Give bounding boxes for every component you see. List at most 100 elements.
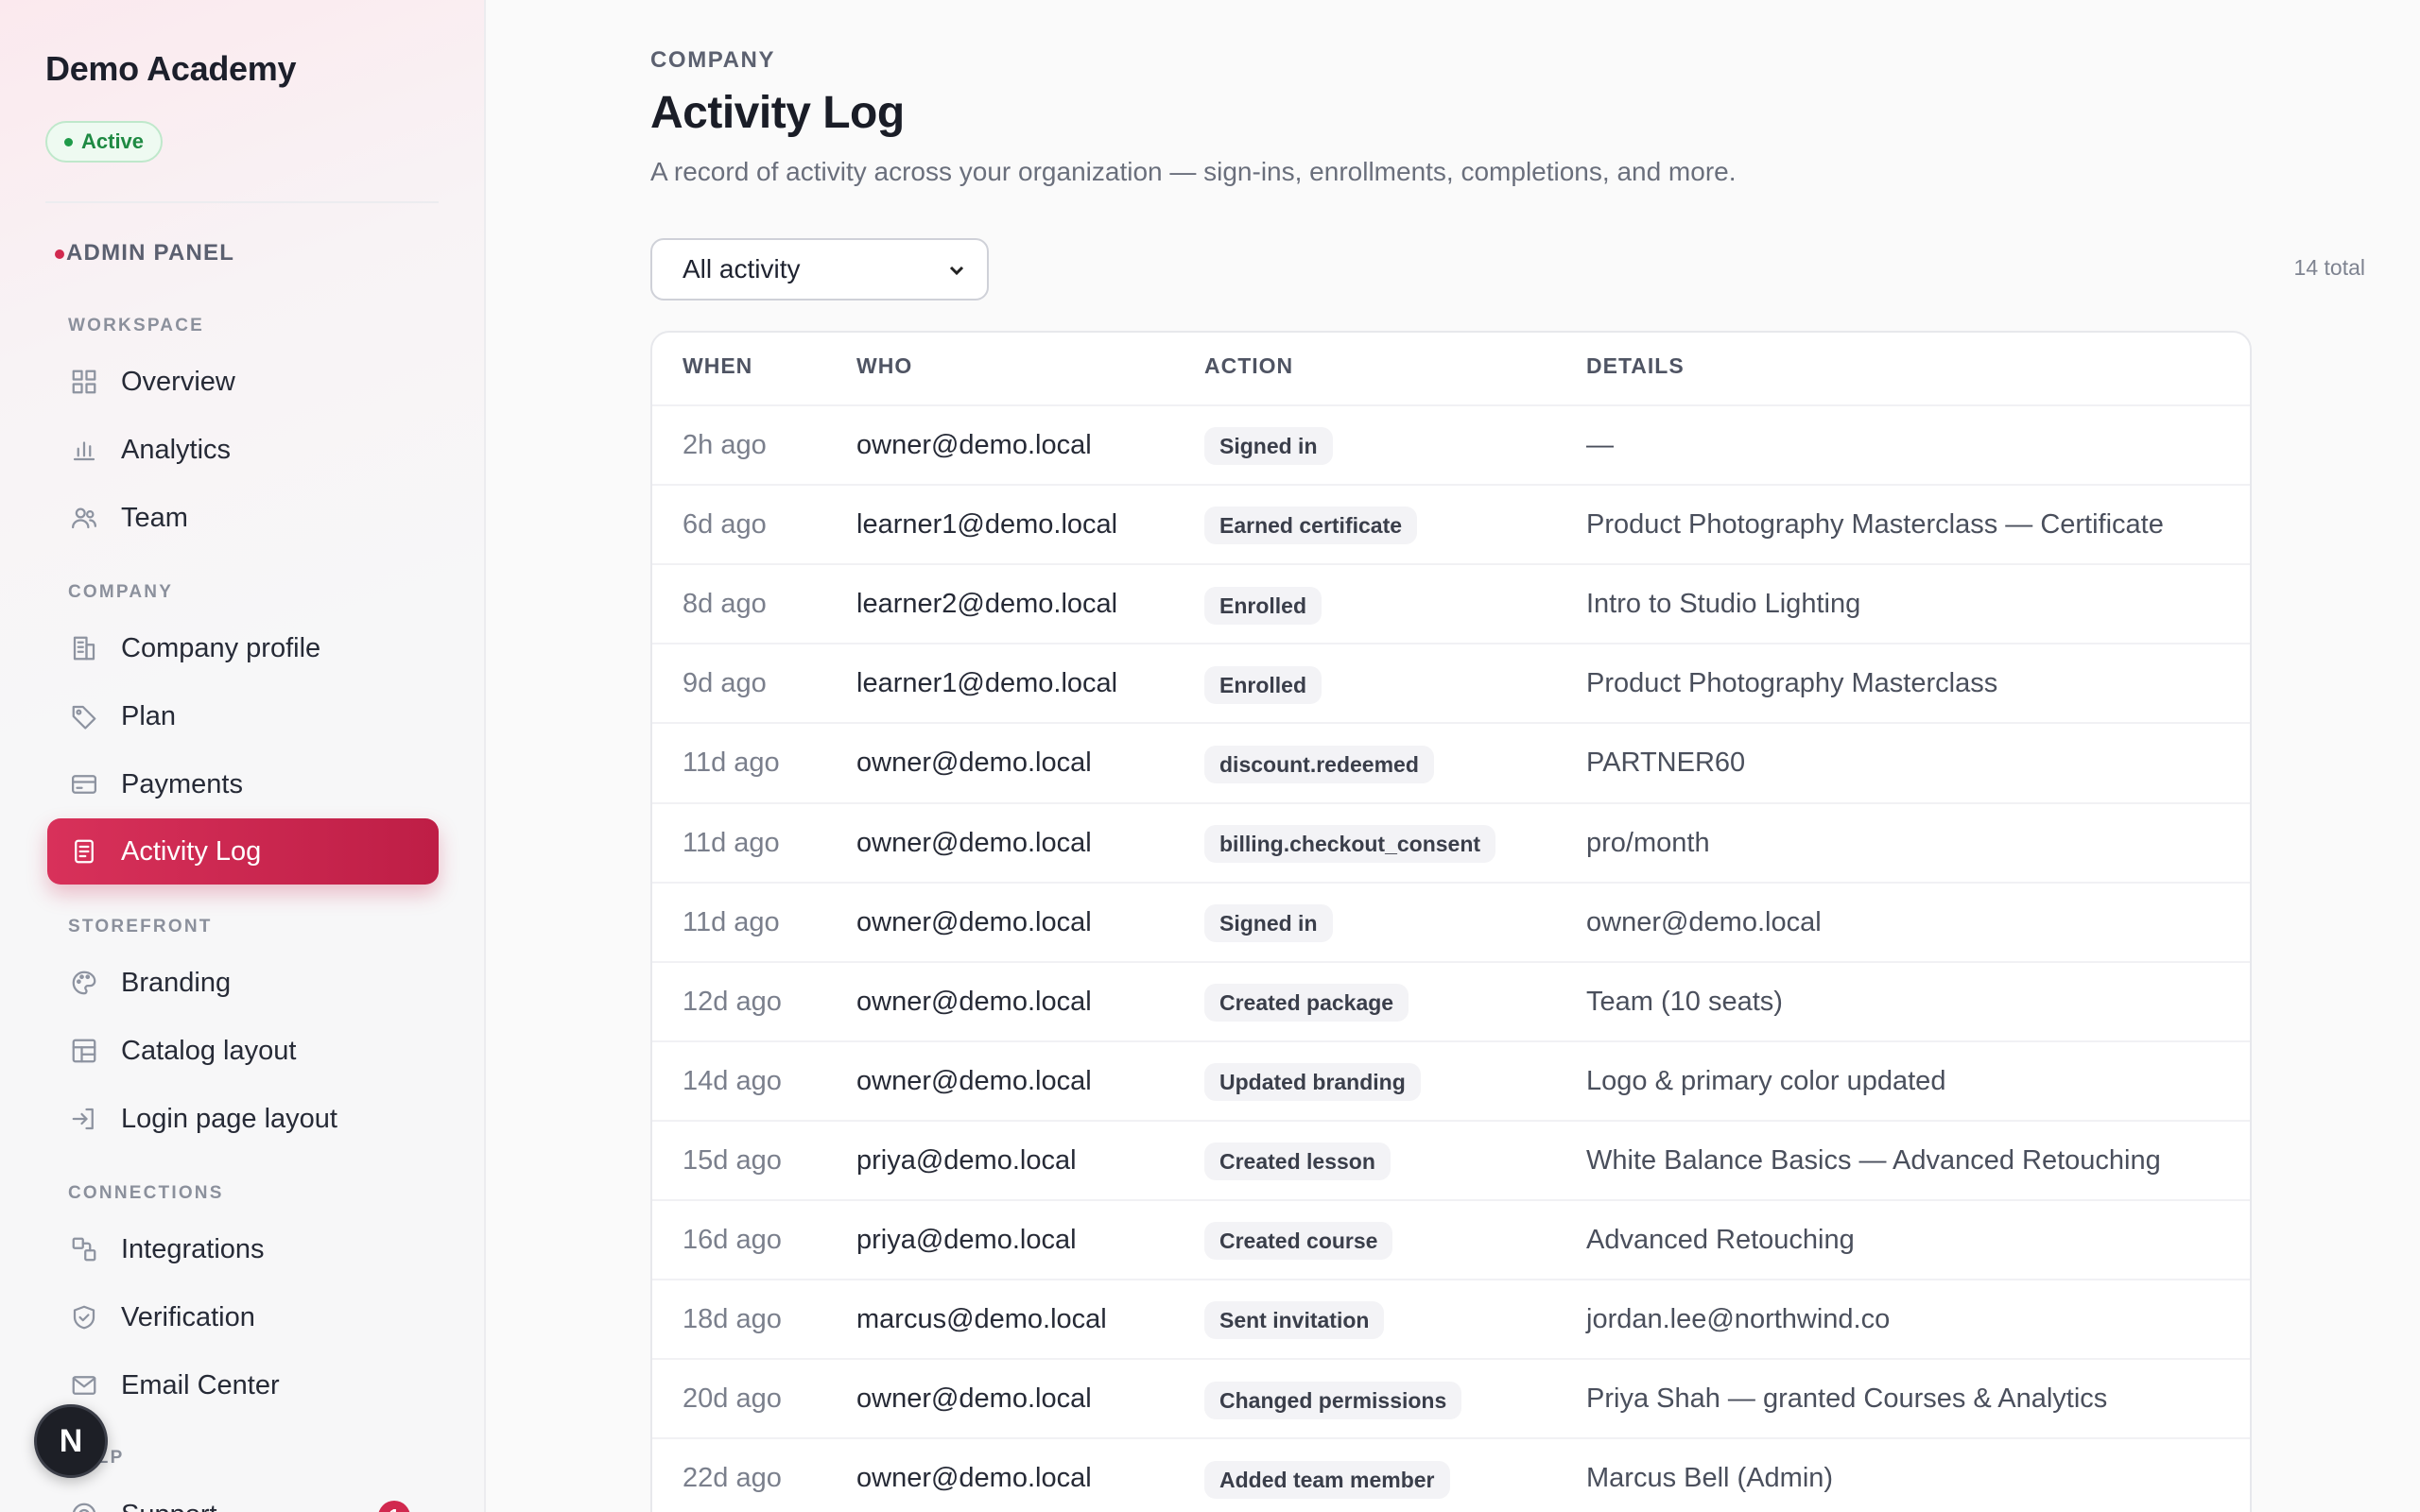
mail-icon bbox=[68, 1369, 100, 1401]
cell-details: White Balance Basics — Advanced Retouchi… bbox=[1586, 1144, 2161, 1176]
shield-check-icon bbox=[68, 1301, 100, 1333]
section-workspace: WORKSPACE bbox=[68, 316, 205, 335]
cell-action: billing.checkout_consent bbox=[1204, 804, 1496, 884]
table-row[interactable]: 6d ago learner1@demo.local Earned certific… bbox=[652, 484, 2250, 563]
cell-details: Product Photography Masterclass — Certif… bbox=[1586, 509, 2164, 541]
page-title: Activity Log bbox=[650, 88, 905, 138]
status-label: Active bbox=[81, 129, 145, 153]
action-badge: Created course bbox=[1204, 1222, 1393, 1261]
sidebar-item-support[interactable]: Support 1 bbox=[47, 1482, 439, 1512]
credit-card-icon bbox=[68, 768, 100, 800]
total-count: 14 total bbox=[2293, 255, 2365, 280]
action-badge: Enrolled bbox=[1204, 665, 1322, 704]
cell-details: Intro to Studio Lighting bbox=[1586, 589, 1861, 620]
cell-action: Signed in bbox=[1204, 884, 1333, 963]
table-row[interactable]: 15d ago priya@demo.local Created lesson Whi… bbox=[652, 1119, 2250, 1199]
cell-who: priya@demo.local bbox=[856, 1225, 1077, 1255]
cell-details: Logo & primary color updated bbox=[1586, 1065, 1946, 1096]
sidebar-item-label: Activity Log bbox=[121, 835, 262, 867]
cell-who: owner@demo.local bbox=[856, 747, 1092, 779]
cell-details: Priya Shah — granted Courses & Analytics bbox=[1586, 1383, 2108, 1415]
table-row[interactable]: 11d ago owner@demo.local discount.redeemed… bbox=[652, 722, 2250, 801]
cell-when: 15d ago bbox=[683, 1144, 782, 1176]
column-header-details: DETAILS bbox=[1586, 353, 1685, 378]
building-icon bbox=[68, 632, 100, 664]
action-badge: Signed in bbox=[1204, 427, 1333, 466]
sidebar-item-analytics[interactable]: Analytics bbox=[47, 417, 439, 483]
table-row[interactable]: 12d ago owner@demo.local Created package Te… bbox=[652, 960, 2250, 1040]
table-row[interactable]: 22d ago owner@demo.local Added team member… bbox=[652, 1437, 2250, 1512]
cell-when: 16d ago bbox=[683, 1225, 782, 1255]
cell-action: Added team member bbox=[1204, 1439, 1450, 1512]
sidebar-item-plan[interactable]: Plan bbox=[47, 683, 439, 749]
sidebar-item-label: Email Center bbox=[121, 1369, 280, 1400]
status-badge: Active bbox=[45, 121, 164, 163]
support-icon bbox=[68, 1499, 100, 1512]
sidebar-divider bbox=[45, 201, 439, 203]
action-badge: Earned certificate bbox=[1204, 507, 1418, 545]
table-row[interactable]: 11d ago owner@demo.local Signed in owner@de… bbox=[652, 881, 2250, 963]
floating-avatar-button[interactable]: N bbox=[34, 1404, 108, 1478]
action-badge: Changed permissions bbox=[1204, 1381, 1462, 1419]
sidebar-item-email-center[interactable]: Email Center bbox=[47, 1352, 439, 1418]
table-row[interactable]: 14d ago owner@demo.local Updated branding L… bbox=[652, 1040, 2250, 1120]
status-dot bbox=[64, 138, 73, 146]
cell-who: owner@demo.local bbox=[856, 430, 1092, 460]
cell-who: priya@demo.local bbox=[856, 1144, 1077, 1176]
cell-who: marcus@demo.local bbox=[856, 1304, 1107, 1335]
column-header-who: WHO bbox=[856, 353, 913, 378]
cell-when: 9d ago bbox=[683, 668, 767, 699]
sidebar-item-label: Verification bbox=[121, 1301, 255, 1332]
chevron-down-icon bbox=[945, 258, 968, 281]
sidebar-item-payments[interactable]: Payments bbox=[47, 751, 439, 817]
cell-action: discount.redeemed bbox=[1204, 724, 1434, 803]
sidebar-item-login-page-layout[interactable]: Login page layout bbox=[47, 1086, 439, 1152]
action-badge: Enrolled bbox=[1204, 586, 1322, 625]
sidebar-item-overview[interactable]: Overview bbox=[47, 349, 439, 415]
filter-selected-value: All activity bbox=[683, 254, 801, 284]
sidebar: Demo Academy Active ADMIN PANEL WORKSPAC… bbox=[0, 0, 486, 1512]
admin-panel-label: ADMIN PANEL bbox=[55, 240, 235, 266]
table-row[interactable]: 8d ago learner2@demo.local Enrolled Intro t… bbox=[652, 563, 2250, 643]
main-content: COMPANY Activity Log A record of activit… bbox=[488, 0, 2420, 1512]
sidebar-item-catalog-layout[interactable]: Catalog layout bbox=[47, 1018, 439, 1084]
table-row[interactable]: 9d ago learner1@demo.local Enrolled Product… bbox=[652, 643, 2250, 722]
sidebar-item-branding[interactable]: Branding bbox=[47, 950, 439, 1016]
sidebar-item-label: Analytics bbox=[121, 434, 232, 465]
sidebar-item-label: Login page layout bbox=[121, 1103, 337, 1134]
table-row[interactable]: 16d ago priya@demo.local Created course Adv… bbox=[652, 1199, 2250, 1279]
section-connections: CONNECTIONS bbox=[68, 1183, 224, 1203]
table-row[interactable]: 18d ago marcus@demo.local Sent invitation j… bbox=[652, 1279, 2250, 1358]
integrations-icon bbox=[68, 1233, 100, 1265]
cell-details: Team (10 seats) bbox=[1586, 986, 1783, 1017]
table-row[interactable]: 20d ago owner@demo.local Changed permissio… bbox=[652, 1358, 2250, 1437]
admin-panel-text: ADMIN PANEL bbox=[66, 240, 235, 266]
action-badge: Added team member bbox=[1204, 1460, 1450, 1499]
tag-icon bbox=[68, 700, 100, 732]
section-storefront: STOREFRONT bbox=[68, 917, 213, 936]
action-badge: billing.checkout_consent bbox=[1204, 824, 1496, 863]
grid-icon bbox=[68, 366, 100, 398]
table-row[interactable]: 2h ago owner@demo.local Signed in — bbox=[652, 404, 2250, 484]
cell-when: 22d ago bbox=[683, 1463, 782, 1494]
breadcrumb: COMPANY bbox=[650, 47, 776, 73]
cell-who: learner2@demo.local bbox=[856, 589, 1118, 620]
cell-action: Signed in bbox=[1204, 406, 1333, 486]
sidebar-item-activity-log[interactable]: Activity Log bbox=[47, 818, 439, 885]
cell-details: Product Photography Masterclass bbox=[1586, 668, 1998, 699]
action-badge: Sent invitation bbox=[1204, 1301, 1385, 1340]
brand-name: Demo Academy bbox=[45, 49, 297, 88]
cell-action: Changed permissions bbox=[1204, 1360, 1462, 1439]
sidebar-item-label: Overview bbox=[121, 366, 235, 397]
cell-who: owner@demo.local bbox=[856, 1463, 1092, 1494]
sidebar-item-label: Team bbox=[121, 502, 188, 533]
sidebar-item-team[interactable]: Team bbox=[47, 485, 439, 551]
table-row[interactable]: 11d ago owner@demo.local billing.checkout_… bbox=[652, 801, 2250, 884]
sidebar-item-integrations[interactable]: Integrations bbox=[47, 1216, 439, 1282]
palette-icon bbox=[68, 967, 100, 999]
login-icon bbox=[68, 1103, 100, 1135]
sidebar-item-verification[interactable]: Verification bbox=[47, 1284, 439, 1350]
sidebar-item-company-profile[interactable]: Company profile bbox=[47, 615, 439, 681]
cell-details: pro/month bbox=[1586, 827, 1710, 858]
activity-filter-select[interactable]: All activity bbox=[650, 238, 989, 301]
